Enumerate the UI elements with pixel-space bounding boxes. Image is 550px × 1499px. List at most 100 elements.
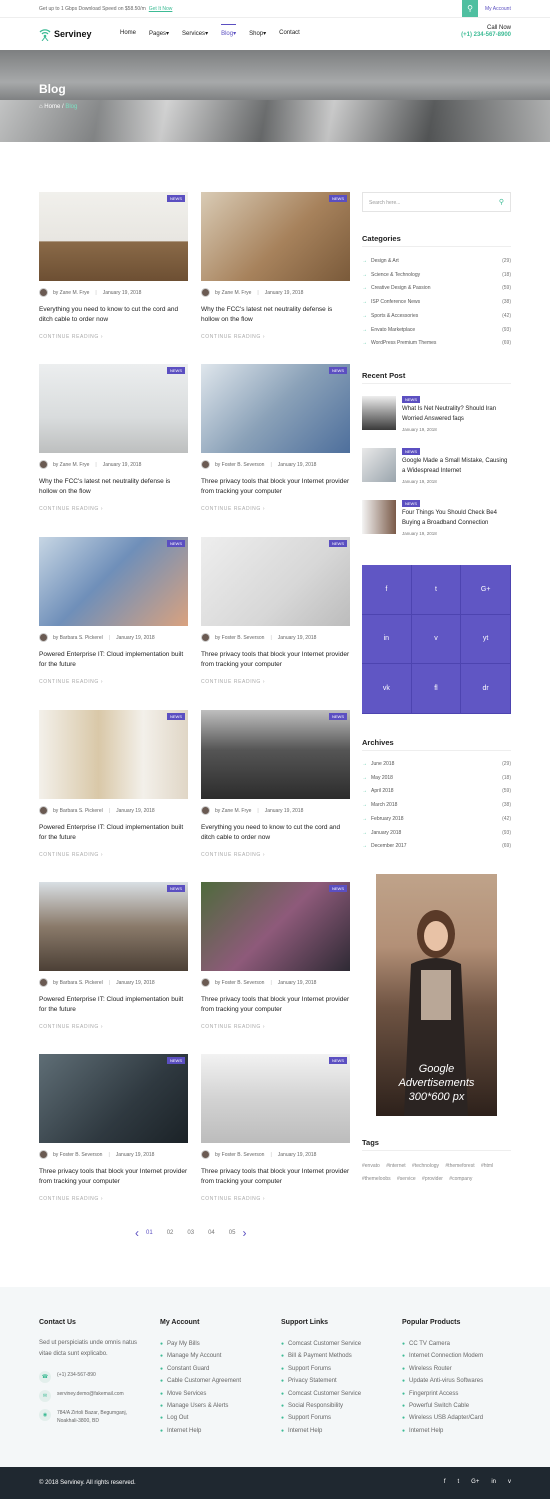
post-thumbnail-image[interactable]: NEWS [201, 537, 350, 626]
footer-link[interactable]: ● Pay My Bills [160, 1338, 241, 1350]
vimeo-icon[interactable]: v [411, 614, 462, 665]
post-author[interactable]: by Zane M. Frye [53, 290, 89, 296]
continue-reading-link[interactable]: CONTINUE READING › [39, 852, 103, 858]
post-title-link[interactable]: Why the FCC's latest net neutrality defe… [39, 477, 188, 497]
archive-item[interactable]: → June 2018 (29) [362, 761, 511, 767]
tag-link[interactable]: #technology [412, 1163, 439, 1169]
logo[interactable]: Serviney [39, 27, 92, 41]
post-author[interactable]: by Foster B. Severson [215, 980, 264, 986]
post-thumbnail-image[interactable]: NEWS [39, 364, 188, 453]
promo-link[interactable]: Get It Now [149, 6, 173, 12]
page-link[interactable]: 03 [187, 1230, 194, 1236]
page-link[interactable]: 05 [229, 1230, 236, 1236]
post-author[interactable]: by Barbara S. Pickerel [53, 980, 103, 986]
continue-reading-link[interactable]: CONTINUE READING › [201, 679, 265, 685]
footer-link[interactable]: ● Fingerprint Access [402, 1388, 483, 1400]
post-thumbnail-image[interactable]: NEWS [201, 882, 350, 971]
footer-link[interactable]: ● Support Forums [281, 1363, 361, 1375]
archive-item[interactable]: → April 2018 (59) [362, 788, 511, 794]
vimeo-icon[interactable]: v [508, 1479, 511, 1485]
youtube-icon[interactable]: yt [461, 614, 511, 665]
post-title-link[interactable]: Everything you need to know to cut the c… [39, 305, 188, 325]
post-title-link[interactable]: Three privacy tools that block your Inte… [201, 650, 350, 670]
post-author[interactable]: by Foster B. Severson [215, 635, 264, 641]
footer-link[interactable]: ● Move Services [160, 1388, 241, 1400]
post-author[interactable]: by Foster B. Severson [215, 462, 264, 468]
recent-post-title[interactable]: Google Made a Small Mistake, Causing a W… [402, 456, 512, 476]
post-title-link[interactable]: Powered Enterprise IT: Cloud implementat… [39, 995, 188, 1015]
twitter-icon[interactable]: t [457, 1479, 459, 1485]
post-title-link[interactable]: Powered Enterprise IT: Cloud implementat… [39, 823, 188, 843]
vk-icon[interactable]: vk [362, 664, 412, 714]
google-plus-icon[interactable]: G+ [471, 1479, 479, 1485]
post-author[interactable]: by Foster B. Severson [53, 1152, 102, 1158]
post-thumbnail-image[interactable]: NEWS [39, 882, 188, 971]
continue-reading-link[interactable]: CONTINUE READING › [201, 506, 265, 512]
search-icon[interactable]: ⚲ [462, 0, 478, 17]
tag-link[interactable]: #envato [362, 1163, 380, 1169]
post-title-link[interactable]: Three privacy tools that block your Inte… [201, 1167, 350, 1187]
nav-services[interactable]: Services▾ [182, 30, 208, 37]
post-title-link[interactable]: Powered Enterprise IT: Cloud implementat… [39, 650, 188, 670]
tag-link[interactable]: #company [449, 1176, 472, 1182]
search-icon[interactable]: ⚲ [499, 198, 504, 206]
advertisement-banner[interactable]: Google Advertisements 300*600 px [376, 874, 497, 1116]
footer-link[interactable]: ● Wireless Router [402, 1363, 483, 1375]
page-link[interactable]: 02 [167, 1230, 174, 1236]
flickr-icon[interactable]: fl [411, 664, 462, 714]
continue-reading-link[interactable]: CONTINUE READING › [201, 1024, 265, 1030]
tag-link[interactable]: #themeforest [445, 1163, 474, 1169]
phone-number[interactable]: (+1) 234-567-8900 [461, 32, 511, 38]
facebook-icon[interactable]: f [444, 1479, 446, 1485]
linkedin-icon[interactable]: in [491, 1479, 496, 1485]
footer-link[interactable]: ● Wireless USB Adapter/Card [402, 1412, 483, 1424]
footer-phone-text[interactable]: (+1) 234-567-890 [57, 1371, 96, 1383]
footer-link[interactable]: ● Comcast Customer Service [281, 1388, 361, 1400]
continue-reading-link[interactable]: CONTINUE READING › [39, 1196, 103, 1202]
continue-reading-link[interactable]: CONTINUE READING › [201, 334, 265, 340]
footer-link[interactable]: ● Comcast Customer Service [281, 1338, 361, 1350]
post-author[interactable]: by Zane M. Frye [215, 290, 251, 296]
post-author[interactable]: by Barbara S. Pickerel [53, 808, 103, 814]
archive-item[interactable]: → February 2018 (42) [362, 816, 511, 822]
archive-item[interactable]: → December 2017 (69) [362, 843, 511, 849]
footer-link[interactable]: ● Internet Connection Modem [402, 1350, 483, 1362]
tag-link[interactable]: #themeloobs [362, 1176, 391, 1182]
tag-link[interactable]: #provider [422, 1176, 443, 1182]
category-item[interactable]: → Science & Technology (18) [362, 272, 511, 278]
recent-post-title[interactable]: Four Things You Should Check Be4 Buying … [402, 508, 512, 528]
google-plus-icon[interactable]: G+ [461, 565, 511, 615]
post-author[interactable]: by Zane M. Frye [53, 462, 89, 468]
footer-link[interactable]: ● Log Out [160, 1412, 241, 1424]
sidebar-search-input[interactable]: Search here... ⚲ [362, 192, 511, 212]
page-link[interactable]: 01 [146, 1230, 153, 1236]
page-link[interactable]: 04 [208, 1230, 215, 1236]
nav-blog[interactable]: Blog▾ [221, 24, 237, 37]
post-thumbnail-image[interactable]: NEWS [201, 364, 350, 453]
footer-link[interactable]: ● Internet Help [281, 1425, 361, 1437]
post-thumbnail-image[interactable]: NEWS [201, 192, 350, 281]
archive-item[interactable]: → January 2018 (93) [362, 830, 511, 836]
recent-post-title[interactable]: What Is Net Neutrality? Should Iran Worr… [402, 404, 512, 424]
category-item[interactable]: → Sports & Accessories (42) [362, 313, 511, 319]
footer-link[interactable]: ● Manage My Account [160, 1350, 241, 1362]
footer-link[interactable]: ● Powerful Switch Cable [402, 1400, 483, 1412]
footer-link[interactable]: ● Internet Help [160, 1425, 241, 1437]
tag-link[interactable]: #html [481, 1163, 493, 1169]
category-item[interactable]: → WordPress Premium Themes (69) [362, 340, 511, 346]
tag-link[interactable]: #service [397, 1176, 416, 1182]
category-item[interactable]: → Envato Marketplace (93) [362, 327, 511, 333]
post-thumbnail-image[interactable]: NEWS [39, 1054, 188, 1143]
footer-link[interactable]: ● Cable Customer Agreement [160, 1375, 241, 1387]
twitter-icon[interactable]: t [411, 565, 462, 615]
footer-link[interactable]: ● Constant Guard [160, 1363, 241, 1375]
footer-link[interactable]: ● Support Forums [281, 1412, 361, 1424]
post-author[interactable]: by Zane M. Frye [215, 808, 251, 814]
category-item[interactable]: → Creative Design & Passion (59) [362, 285, 511, 291]
recent-post-item[interactable]: NEWS What Is Net Neutrality? Should Iran … [362, 396, 511, 436]
footer-link[interactable]: ● Manage Users & Alerts [160, 1400, 241, 1412]
continue-reading-link[interactable]: CONTINUE READING › [39, 334, 103, 340]
post-thumbnail-image[interactable]: NEWS [39, 192, 188, 281]
post-thumbnail-image[interactable]: NEWS [201, 710, 350, 799]
post-thumbnail-image[interactable]: NEWS [39, 710, 188, 799]
